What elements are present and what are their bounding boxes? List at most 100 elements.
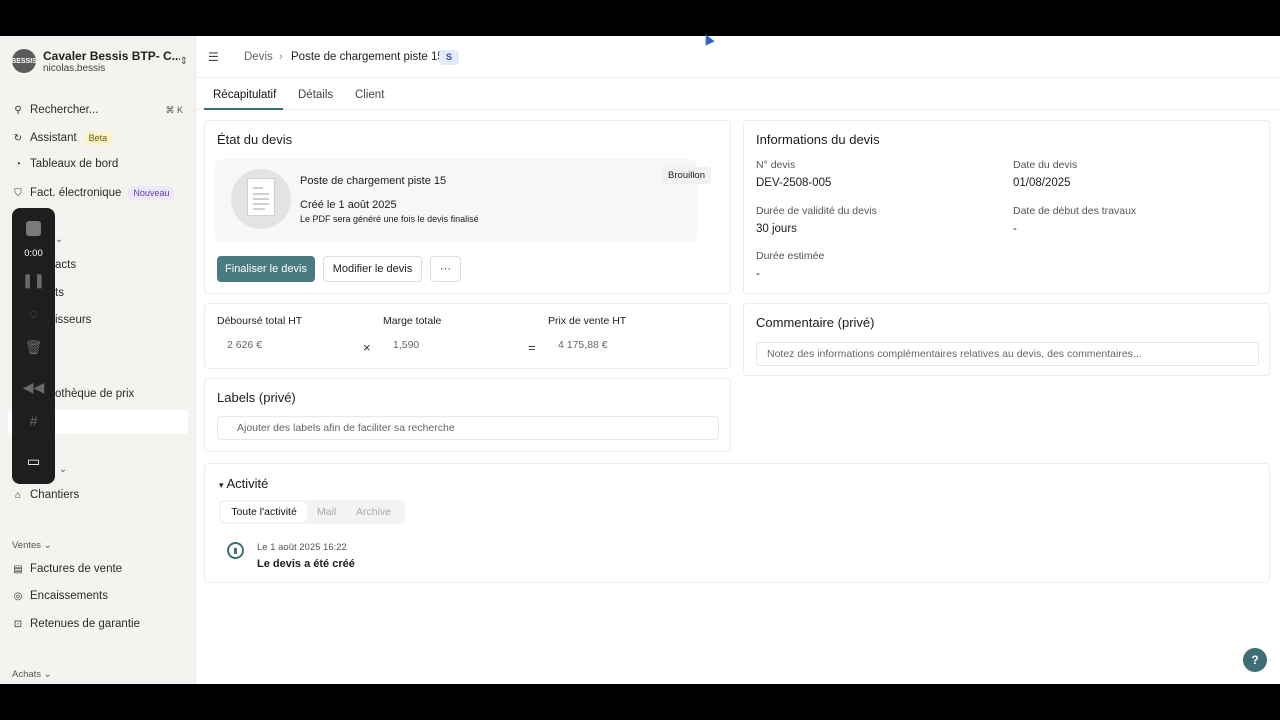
breadcrumb-devis[interactable]: Devis xyxy=(244,51,273,63)
shield-icon: ⛉ xyxy=(14,187,22,199)
margin-value[interactable]: 1,590 xyxy=(393,339,419,351)
sidebar-item-chantiers[interactable]: ⌂ Chantiers xyxy=(12,489,79,501)
recording-time: 0:00 xyxy=(24,248,43,259)
price-value: 4 175,88 € xyxy=(558,339,608,351)
times-icon: × xyxy=(363,340,371,355)
sidebar-item-contacts[interactable]: acts xyxy=(55,259,76,271)
quote-number-label: N° devis xyxy=(756,159,796,171)
sidebar-item-label: Assistant xyxy=(30,132,77,144)
activity-card: ▾ Activité Toute l'activité Mail Archive… xyxy=(204,463,1270,583)
tab-bar: Récapitulatif Détails Client xyxy=(196,78,1280,110)
sidebar-item-label: acts xyxy=(55,259,77,271)
doc-title: Poste de chargement piste 15 xyxy=(300,175,447,187)
document-icon: ▮ xyxy=(227,542,244,559)
totals-card: Déboursé total HT 2 626 € × Marge totale… xyxy=(204,303,731,369)
caret-down-icon: ▾ xyxy=(219,480,224,490)
sidebar-item-label: Tableaux de bord xyxy=(30,158,119,170)
search-icon: ⚲ xyxy=(14,104,22,116)
comment-input[interactable]: Notez des informations complémentaires r… xyxy=(756,342,1259,366)
sidebar-item-label: Chantiers xyxy=(30,489,80,501)
top-bar: ☰ Devis › Poste de chargement piste 15 S xyxy=(196,36,1280,78)
sidebar-item-label: Retenues de garantie xyxy=(30,618,140,630)
quote-number: DEV-2508-005 xyxy=(756,177,832,189)
section-label: Ventes xyxy=(12,540,42,551)
tab-recapitulatif[interactable]: Récapitulatif xyxy=(213,89,276,101)
sidebar-item-products[interactable]: ts xyxy=(55,287,64,299)
validity-value: 30 jours xyxy=(756,223,797,235)
sidebar-item-suppliers[interactable]: isseurs xyxy=(55,314,91,326)
cost-label: Déboursé total HT xyxy=(217,315,303,327)
lock-icon: ⊡ xyxy=(13,618,23,630)
quote-date-label: Date du devis xyxy=(1013,159,1078,171)
trash-icon[interactable]: 🗑 xyxy=(12,339,55,356)
start-date-label: Date de début des travaux xyxy=(1013,205,1137,217)
chevron-down-icon: ⌄ xyxy=(59,464,67,475)
rewind-icon[interactable]: ◀◀ xyxy=(12,379,55,396)
equals-icon: = xyxy=(528,340,536,355)
section-ventes[interactable]: Ventes ⌄ xyxy=(12,540,52,551)
sidebar-toggle-icon[interactable]: ☰ xyxy=(208,50,219,64)
sidebar-item-e-invoicing[interactable]: ⛉ Fact. électronique Nouveau xyxy=(12,186,175,200)
sidebar-item-retentions[interactable]: ⊡ Retenues de garantie xyxy=(12,618,140,630)
filter-archive[interactable]: Archive xyxy=(356,500,391,524)
sidebar-item-assistant[interactable]: ↻ Assistant Beta xyxy=(12,131,113,145)
comment-card: Commentaire (privé) Notez des informatio… xyxy=(743,303,1270,376)
grid-icon[interactable]: # xyxy=(12,413,55,429)
refresh-icon: ↻ xyxy=(13,132,23,144)
search-label: Rechercher... xyxy=(30,104,99,116)
price-label: Prix de vente HT xyxy=(548,315,627,327)
chevron-updown-icon: ⇕ xyxy=(179,55,188,67)
screen-recorder-toolbar: 0:00 ❚❚ ◌ 🗑 ◀◀ # ▭ xyxy=(12,208,55,484)
org-logo: BESSIS xyxy=(11,49,37,73)
activity-toggle[interactable]: ▾ Activité xyxy=(219,476,268,491)
activity-filter: Toute l'activité Mail Archive xyxy=(219,500,405,524)
status-chip: S xyxy=(439,50,459,65)
document-icon xyxy=(231,169,291,229)
sidebar-item-dashboards[interactable]: ◔ Tableaux de bord xyxy=(12,158,118,170)
quote-date: 01/08/2025 xyxy=(1013,177,1071,189)
sidebar-item-label: isseurs xyxy=(55,314,92,326)
search-nav[interactable]: ⚲ Rechercher... xyxy=(12,104,98,116)
section-label: Achats xyxy=(12,669,42,680)
sidebar-item-price-library[interactable]: othèque de prix xyxy=(55,388,134,400)
sidebar-item-label: ts xyxy=(55,287,64,299)
pdf-note: Le PDF sera généré une fois le devis fin… xyxy=(300,214,479,224)
building-icon: ⌂ xyxy=(14,489,22,501)
tab-client[interactable]: Client xyxy=(355,89,384,101)
org-switcher[interactable]: BESSIS Cavaler Bessis BTP- C... nicolas.… xyxy=(11,45,188,77)
more-options-button[interactable]: ··· xyxy=(430,256,461,282)
sidebar-item-sales-invoices[interactable]: ▤ Factures de vente xyxy=(12,563,122,575)
cost-value: 2 626 € xyxy=(227,339,263,351)
sidebar-item-payments[interactable]: ◎ Encaissements xyxy=(12,590,108,602)
breadcrumb-current: Poste de chargement piste 15 xyxy=(291,51,444,63)
card-title: Labels (privé) xyxy=(217,390,296,405)
org-name: Cavaler Bessis BTP- C... xyxy=(43,48,180,63)
breadcrumb-separator-icon: › xyxy=(279,51,283,63)
quote-info-card: Informations du devis N° devis DEV-2508-… xyxy=(743,120,1270,294)
search-shortcut: ⌘ K xyxy=(165,105,183,115)
invoice-icon: ▤ xyxy=(13,563,23,575)
doc-created: Créé le 1 août 2025 xyxy=(300,199,397,211)
card-title: État du devis xyxy=(217,132,293,147)
tab-details[interactable]: Détails xyxy=(298,89,333,101)
pause-icon[interactable]: ❚❚ xyxy=(12,272,55,289)
finalize-button[interactable]: Finaliser le devis xyxy=(217,256,315,282)
restart-icon[interactable]: ◌ xyxy=(12,305,55,321)
new-badge: Nouveau xyxy=(128,186,175,200)
sidebar-item-label: Factures de vente xyxy=(30,563,123,575)
filter-all[interactable]: Toute l'activité xyxy=(221,502,307,522)
activity-text: Le devis a été créé xyxy=(257,558,355,570)
section-achats[interactable]: Achats ⌄ xyxy=(12,669,52,680)
quote-status-card: État du devis Poste de chargement piste … xyxy=(204,120,731,294)
edit-button[interactable]: Modifier le devis xyxy=(323,256,422,282)
coin-icon: ◎ xyxy=(13,590,23,602)
help-button[interactable]: ? xyxy=(1243,648,1267,672)
camera-icon[interactable]: ▭ xyxy=(12,453,55,470)
filter-mail[interactable]: Mail xyxy=(317,500,336,524)
active-tab-indicator xyxy=(204,108,283,110)
duration-value: - xyxy=(756,268,760,280)
sidebar-item-label: Encaissements xyxy=(30,590,108,602)
labels-input[interactable]: Ajouter des labels afin de faciliter sa … xyxy=(217,416,719,440)
org-user: nicolas.bessis xyxy=(43,62,106,74)
stop-icon[interactable] xyxy=(26,221,41,236)
